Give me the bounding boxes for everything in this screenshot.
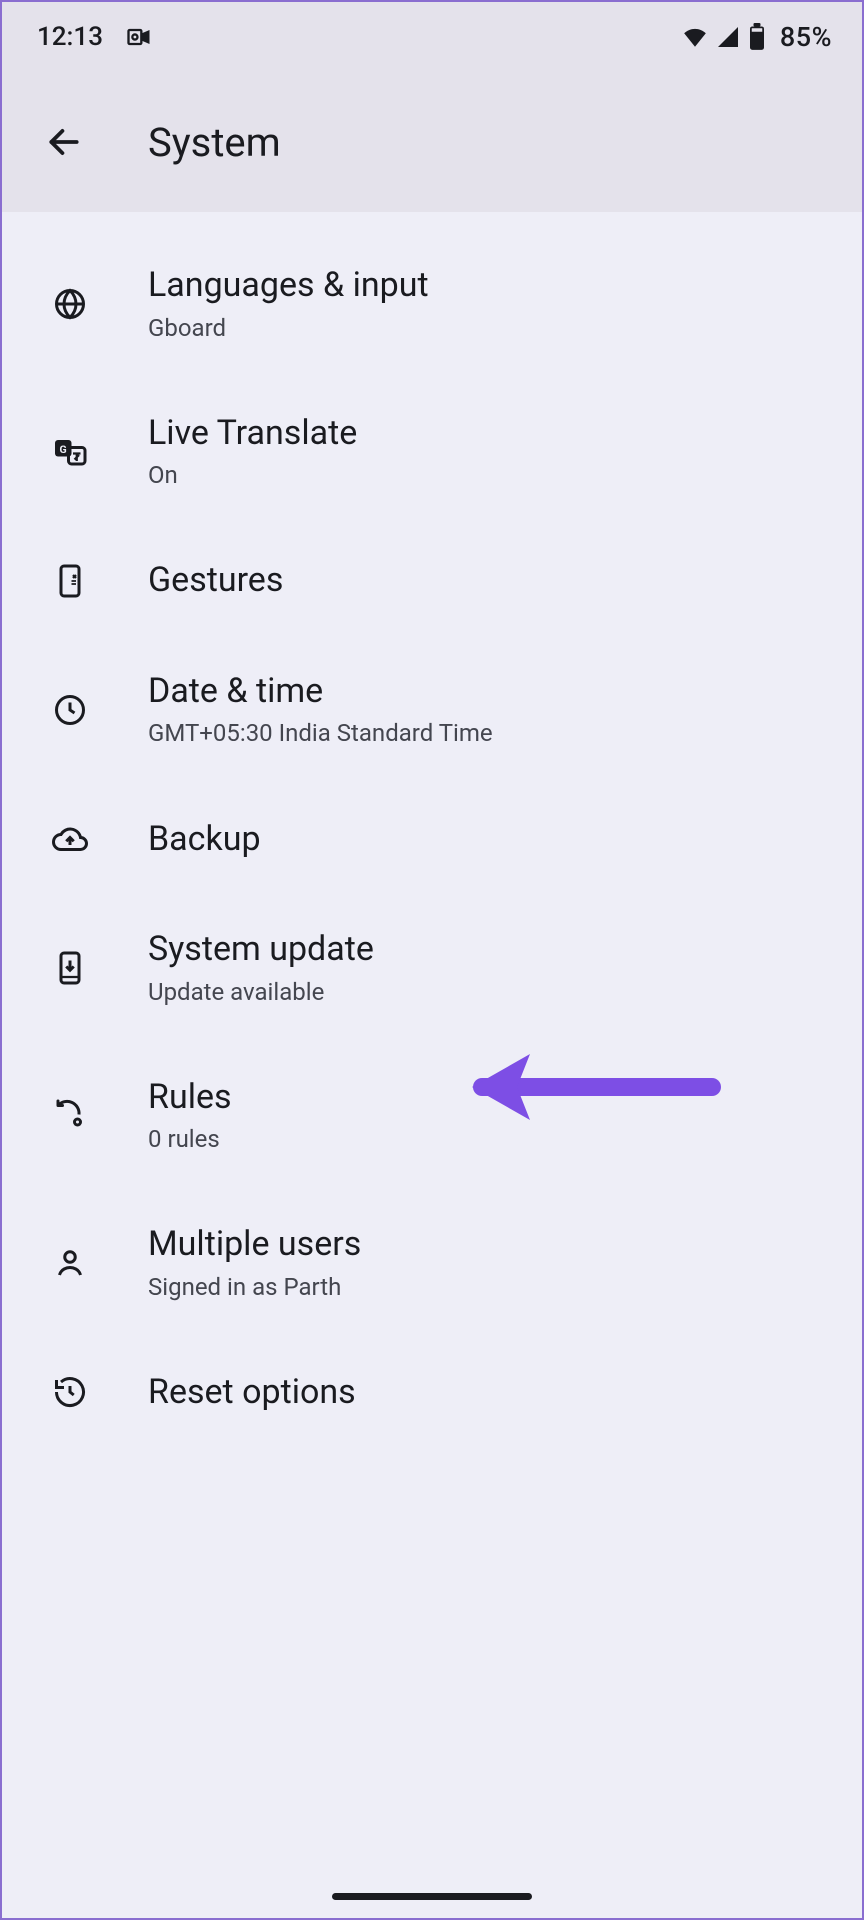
outlook-notification-icon xyxy=(125,23,153,51)
nav-handle[interactable] xyxy=(332,1893,532,1900)
rules-icon xyxy=(52,1098,88,1134)
reset-icon xyxy=(52,1374,88,1410)
status-left: 12:13 xyxy=(37,22,153,52)
svg-text:G: G xyxy=(60,442,67,455)
item-title: Backup xyxy=(148,818,261,861)
item-date-time[interactable]: Date & time GMT+05:30 India Standard Tim… xyxy=(2,636,862,784)
app-bar: System xyxy=(2,72,862,212)
item-title: System update xyxy=(148,928,374,971)
item-title: Date & time xyxy=(148,670,493,713)
item-system-update[interactable]: System update Update available xyxy=(2,894,862,1042)
status-right: 85% xyxy=(682,21,832,53)
item-languages-input[interactable]: Languages & input Gboard xyxy=(2,230,862,378)
globe-icon xyxy=(52,286,88,322)
system-update-icon xyxy=(52,950,88,986)
status-time: 12:13 xyxy=(37,22,103,52)
item-title: Live Translate xyxy=(148,412,357,455)
item-sub: Gboard xyxy=(148,313,429,344)
battery-icon xyxy=(748,23,766,51)
item-title: Languages & input xyxy=(148,264,429,307)
item-sub: Signed in as Parth xyxy=(148,1272,361,1303)
item-live-translate[interactable]: G Live Translate On xyxy=(2,378,862,526)
wifi-icon xyxy=(682,24,708,50)
item-sub: Update available xyxy=(148,977,374,1008)
person-icon xyxy=(52,1245,88,1281)
item-sub: GMT+05:30 India Standard Time xyxy=(148,718,493,749)
battery-percent: 85% xyxy=(780,21,832,53)
translate-icon: G xyxy=(52,434,88,470)
item-title: Gestures xyxy=(148,559,283,602)
page-title: System xyxy=(148,119,281,166)
settings-list: Languages & input Gboard G Live Translat… xyxy=(2,212,862,1448)
signal-icon xyxy=(716,25,740,49)
item-rules[interactable]: Rules 0 rules xyxy=(2,1042,862,1190)
status-bar: 12:13 85% xyxy=(2,2,862,72)
gestures-icon xyxy=(52,563,88,599)
cloud-upload-icon xyxy=(52,821,88,857)
item-reset-options[interactable]: Reset options xyxy=(2,1337,862,1448)
item-gestures[interactable]: Gestures xyxy=(2,525,862,636)
item-multiple-users[interactable]: Multiple users Signed in as Parth xyxy=(2,1189,862,1337)
item-backup[interactable]: Backup xyxy=(2,784,862,895)
item-sub: On xyxy=(148,460,357,491)
item-title: Rules xyxy=(148,1076,232,1119)
item-title: Reset options xyxy=(148,1371,356,1414)
item-sub: 0 rules xyxy=(148,1124,232,1155)
clock-icon xyxy=(52,692,88,728)
back-button[interactable] xyxy=(32,110,96,174)
item-title: Multiple users xyxy=(148,1223,361,1266)
